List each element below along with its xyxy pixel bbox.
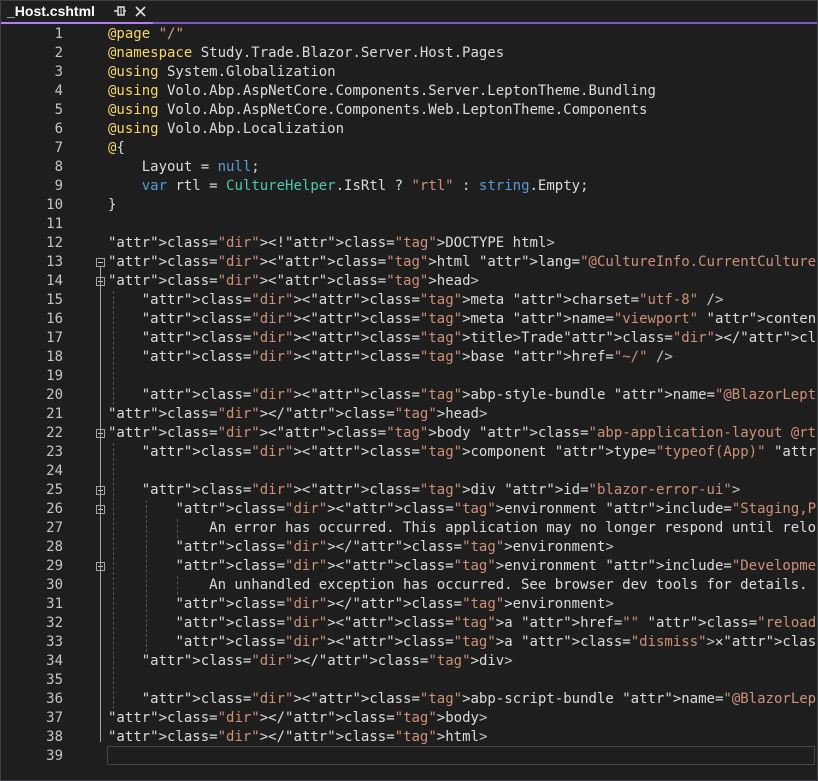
line-number: 32 [46, 615, 63, 631]
code-line[interactable]: "attr">class="dir"><"attr">class="tag">h… [108, 272, 479, 291]
pin-icon[interactable] [113, 4, 127, 18]
line-number: 36 [46, 691, 63, 707]
line-number: 7 [54, 140, 63, 156]
line-number: 29 [46, 558, 63, 574]
line-number: 6 [54, 121, 63, 137]
code-line[interactable]: Layout = null; [108, 158, 260, 177]
line-number: 39 [46, 748, 63, 764]
code-line[interactable]: "attr">class="dir"><"attr">class="tag">m… [108, 310, 817, 329]
code-line[interactable]: var rtl = CultureHelper.IsRtl ? "rtl" : … [108, 177, 589, 196]
code-line[interactable]: } [108, 196, 116, 215]
code-line[interactable]: "attr">class="dir"><"attr">class="tag">m… [108, 291, 724, 310]
line-number: 38 [46, 729, 63, 745]
line-number: 20 [46, 387, 63, 403]
line-number: 30 [46, 577, 63, 593]
code-line[interactable]: @page "/" [108, 25, 184, 44]
line-number: 28 [46, 539, 63, 555]
line-number: 27 [46, 520, 63, 536]
line-number: 9 [54, 178, 63, 194]
indent-guide [113, 291, 114, 405]
editor-window: _Host.cshtml 1 @page "/" 2 @namespace Study… [0, 0, 818, 781]
code-line[interactable]: An unhandled exception has occurred. See… [108, 576, 807, 595]
line-number: 31 [46, 596, 63, 612]
code-line[interactable]: "attr">class="dir"></"attr">class="tag">… [108, 652, 513, 671]
line-number: 11 [46, 216, 63, 232]
code-line[interactable]: "attr">class="dir"></"attr">class="tag">… [108, 728, 487, 747]
line-number: 1 [54, 26, 63, 42]
line-number: 4 [54, 83, 63, 99]
line-number: 3 [54, 64, 63, 80]
code-line[interactable]: "attr">class="dir"></"attr">class="tag">… [108, 709, 487, 728]
line-number: 5 [54, 102, 63, 118]
code-line[interactable]: "attr">class="dir"><"attr">class="tag">a… [108, 386, 817, 405]
code-line[interactable]: "attr">class="dir"><"attr">class="tag">a… [108, 690, 817, 709]
line-number: 13 [46, 254, 63, 270]
line-number: 37 [46, 710, 63, 726]
document-tab[interactable]: _Host.cshtml [1, 1, 153, 23]
line-number: 21 [46, 406, 63, 422]
line-number: 15 [46, 292, 63, 308]
code-line[interactable]: "attr">class="dir"><"attr">class="tag">c… [108, 443, 817, 462]
close-icon[interactable] [134, 4, 147, 18]
code-line[interactable]: An error has occurred. This application … [108, 519, 817, 538]
line-number: 12 [46, 235, 63, 251]
current-line-highlight [107, 746, 815, 765]
code-line[interactable]: "attr">class="dir"><!"attr">class="tag">… [108, 234, 555, 253]
code-line[interactable]: @using Volo.Abp.Localization [108, 120, 344, 139]
code-line[interactable]: "attr">class="dir"><"attr">class="tag">d… [108, 481, 741, 500]
code-line[interactable]: "attr">class="dir"><"attr">class="tag">a… [108, 614, 817, 633]
line-number: 14 [46, 273, 63, 289]
code-line[interactable]: "attr">class="dir"><"attr">class="tag">e… [108, 557, 817, 576]
code-line[interactable]: "attr">class="dir"></"attr">class="tag">… [108, 595, 613, 614]
line-number: 10 [46, 197, 63, 213]
code-line[interactable]: "attr">class="dir"><"attr">class="tag">a… [108, 633, 817, 652]
fold-range-line [100, 267, 101, 742]
line-number: 24 [46, 463, 63, 479]
line-number: 34 [46, 653, 63, 669]
tab-title: _Host.cshtml [7, 3, 95, 19]
line-number: 16 [46, 311, 63, 327]
code-line[interactable]: @using Volo.Abp.AspNetCore.Components.We… [108, 101, 647, 120]
line-number: 2 [54, 45, 63, 61]
line-number: 8 [54, 159, 63, 175]
code-line[interactable]: "attr">class="dir"></"attr">class="tag">… [108, 538, 613, 557]
document-tab-strip: _Host.cshtml [1, 1, 817, 24]
line-number: 23 [46, 444, 63, 460]
line-number: 33 [46, 634, 63, 650]
line-number: 19 [46, 368, 63, 384]
code-line[interactable]: "attr">class="dir"><"attr">class="tag">b… [108, 348, 673, 367]
code-line[interactable]: @using Volo.Abp.AspNetCore.Components.Se… [108, 82, 656, 101]
line-number: 22 [46, 425, 63, 441]
code-line[interactable]: @namespace Study.Trade.Blazor.Server.Hos… [108, 44, 504, 63]
indent-guide [177, 576, 178, 595]
line-number: 25 [46, 482, 63, 498]
code-line[interactable]: @using System.Globalization [108, 63, 336, 82]
collapse-box-icon[interactable] [96, 258, 105, 267]
line-number: 17 [46, 330, 63, 346]
indent-guide [146, 500, 147, 652]
code-line[interactable]: "attr">class="dir"><"attr">class="tag">b… [108, 424, 817, 443]
code-line[interactable]: @{ [108, 139, 125, 158]
line-number: 18 [46, 349, 63, 365]
line-number: 35 [46, 672, 63, 688]
code-line[interactable]: "attr">class="dir"><"attr">class="tag">h… [108, 253, 817, 272]
code-line[interactable]: "attr">class="dir"><"attr">class="tag">t… [108, 329, 817, 348]
indent-guide [113, 443, 114, 709]
code-line[interactable]: "attr">class="dir"><"attr">class="tag">e… [108, 500, 817, 519]
code-line[interactable]: "attr">class="dir"></"attr">class="tag">… [108, 405, 487, 424]
indent-guide [177, 519, 178, 538]
code-editor[interactable]: 1 @page "/" 2 @namespace Study.Trade.Blazor… [1, 24, 817, 780]
line-number: 26 [46, 501, 63, 517]
